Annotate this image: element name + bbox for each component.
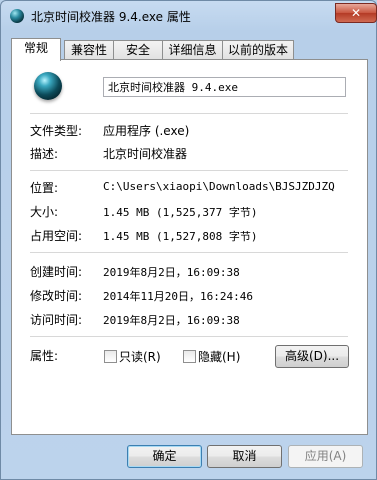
description-value: 北京时间校准器 — [103, 147, 188, 161]
location-label: 位置: — [30, 181, 59, 195]
accessed-label: 访问时间: — [30, 313, 83, 327]
app-icon-small — [10, 9, 24, 23]
readonly-checkbox[interactable] — [104, 350, 117, 363]
hidden-checkbox[interactable] — [183, 350, 196, 363]
properties-window: 北京时间校准器 9.4.exe 属性 ✕ 常规 兼容性 安全 详细信息 以前的版… — [0, 0, 377, 480]
attributes-label: 属性: — [30, 349, 59, 363]
accessed-value: 2019年8月2日，16:09:38 — [103, 314, 240, 327]
divider — [30, 170, 348, 171]
general-panel: 北京时间校准器 9.4.exe 文件类型: 应用程序 (.exe) 描述: 北京… — [11, 59, 368, 435]
readonly-label[interactable]: 只读(R) — [119, 348, 161, 365]
divider — [30, 113, 348, 114]
file-type-value: 应用程序 (.exe) — [103, 124, 190, 138]
apply-button[interactable]: 应用(A) — [288, 445, 363, 468]
cancel-button[interactable]: 取消 — [207, 445, 282, 468]
tab-security[interactable]: 安全 — [113, 40, 163, 60]
location-value: C:\Users\xiaopi\Downloads\BJSJZDJZQ — [103, 180, 335, 193]
ok-button[interactable]: 确定 — [127, 445, 202, 468]
size-label: 大小: — [30, 205, 59, 219]
close-button[interactable]: ✕ — [335, 3, 377, 23]
tab-previous-versions[interactable]: 以前的版本 — [222, 40, 294, 60]
size-value: 1.45 MB (1,525,377 字节) — [103, 206, 258, 219]
hidden-label[interactable]: 隐藏(H) — [198, 348, 240, 365]
divider — [30, 252, 348, 253]
advanced-button[interactable]: 高级(D)... — [275, 345, 349, 368]
file-type-label: 文件类型: — [30, 124, 83, 138]
description-label: 描述: — [30, 147, 59, 161]
application-icon — [34, 72, 62, 100]
size-on-disk-value: 1.45 MB (1,527,808 字节) — [103, 230, 258, 243]
tab-details[interactable]: 详细信息 — [162, 40, 223, 60]
modified-value: 2014年11月20日，16:24:46 — [103, 290, 253, 303]
size-on-disk-label: 占用空间: — [30, 229, 83, 243]
divider — [30, 336, 348, 337]
title-bar[interactable]: 北京时间校准器 9.4.exe 属性 ✕ — [1, 1, 377, 31]
created-label: 创建时间: — [30, 265, 83, 279]
file-name-field[interactable]: 北京时间校准器 9.4.exe — [103, 77, 346, 97]
created-value: 2019年8月2日，16:09:38 — [103, 266, 240, 279]
tab-compatibility[interactable]: 兼容性 — [64, 40, 114, 60]
tab-general[interactable]: 常规 — [11, 38, 61, 61]
window-title: 北京时间校准器 9.4.exe 属性 — [31, 10, 191, 24]
modified-label: 修改时间: — [30, 289, 83, 303]
